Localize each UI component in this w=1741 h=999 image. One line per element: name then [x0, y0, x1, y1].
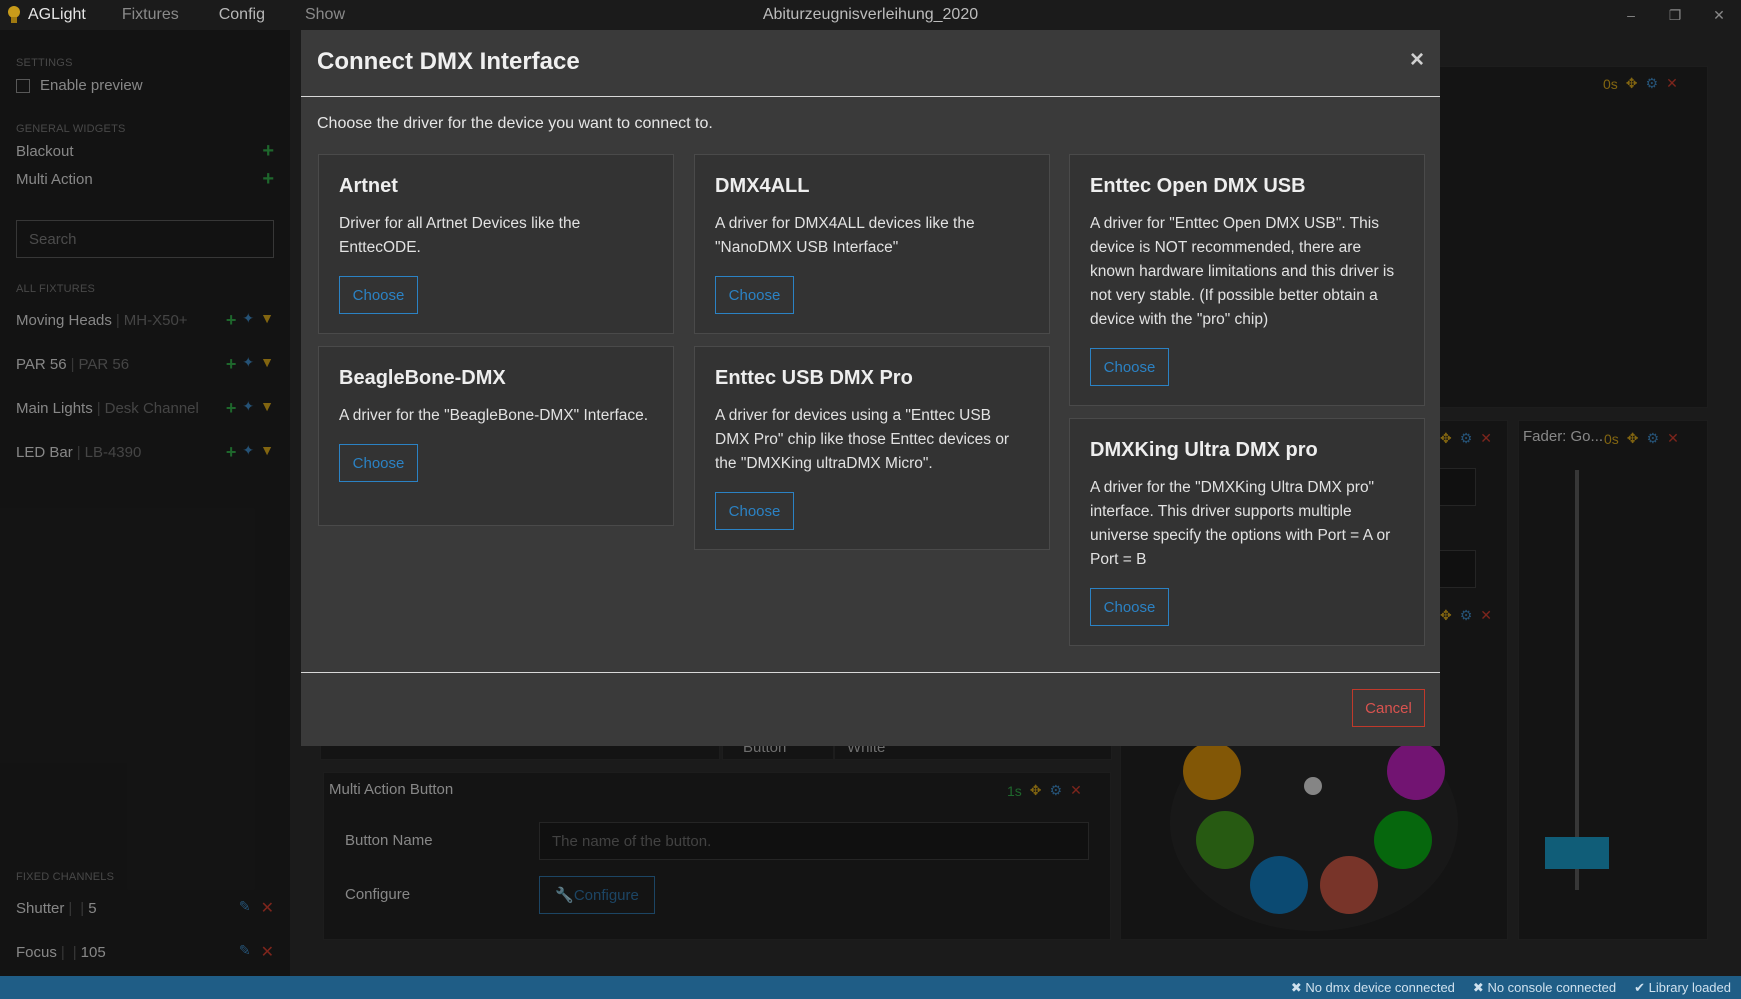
- choose-button[interactable]: Choose: [715, 276, 794, 314]
- driver-title: DMXKing Ultra DMX pro: [1090, 439, 1318, 461]
- driver-card-artnet: Artnet Driver for all Artnet Devices lik…: [318, 154, 674, 334]
- choose-button[interactable]: Choose: [339, 276, 418, 314]
- modal-footer: Cancel: [301, 672, 1440, 746]
- title-bar: AGLight Fixtures Config Show Abiturzeugn…: [0, 0, 1741, 30]
- menu-show[interactable]: Show: [305, 6, 345, 24]
- menu-config[interactable]: Config: [219, 6, 265, 24]
- driver-description: A driver for devices using a "Enttec USB…: [715, 407, 1010, 472]
- check-icon: ✔: [1634, 979, 1649, 995]
- console-status-text: No console connected: [1487, 979, 1617, 995]
- driver-description: A driver for the "DMXKing Ultra DMX pro"…: [1090, 479, 1391, 568]
- minimize-icon[interactable]: –: [1609, 0, 1653, 30]
- driver-title: Enttec USB DMX Pro: [715, 367, 913, 389]
- driver-title: Artnet: [339, 175, 398, 197]
- driver-description: A driver for "Enttec Open DMX USB". This…: [1090, 215, 1395, 328]
- app-name: AGLight: [28, 6, 86, 23]
- x-icon: ✖: [1290, 979, 1306, 995]
- driver-description: A driver for the "BeagleBone-DMX" Interf…: [339, 407, 649, 424]
- library-status-text: Library loaded: [1648, 979, 1731, 995]
- choose-button[interactable]: Choose: [1090, 348, 1169, 386]
- menu-fixtures[interactable]: Fixtures: [122, 6, 179, 24]
- driver-description: A driver for DMX4ALL devices like the "N…: [715, 215, 975, 256]
- cancel-button[interactable]: Cancel: [1352, 689, 1425, 727]
- status-bar: ✖ No dmx device connected ✖ No console c…: [0, 976, 1741, 999]
- x-icon: ✖: [1472, 979, 1488, 995]
- driver-description: Driver for all Artnet Devices like the E…: [339, 215, 581, 256]
- driver-title: BeagleBone-DMX: [339, 367, 506, 389]
- driver-card-enttec-pro: Enttec USB DMX Pro A driver for devices …: [694, 346, 1050, 550]
- restore-icon[interactable]: ❐: [1653, 0, 1697, 30]
- driver-title: DMX4ALL: [715, 175, 810, 197]
- connect-dmx-modal: Connect DMX Interface × Choose the drive…: [301, 30, 1440, 746]
- driver-card-enttec-open: Enttec Open DMX USB A driver for "Enttec…: [1069, 154, 1425, 406]
- console-status: ✖ No console connected: [1473, 980, 1616, 996]
- driver-card-beaglebone: BeagleBone-DMX A driver for the "BeagleB…: [318, 346, 674, 526]
- dmx-status: ✖ No dmx device connected: [1291, 980, 1455, 996]
- driver-card-dmxking: DMXKing Ultra DMX pro A driver for the "…: [1069, 418, 1425, 646]
- modal-title: Connect DMX Interface: [317, 48, 580, 75]
- driver-title: Enttec Open DMX USB: [1090, 175, 1306, 197]
- choose-button[interactable]: Choose: [715, 492, 794, 530]
- dmx-status-text: No dmx device connected: [1305, 979, 1455, 995]
- choose-button[interactable]: Choose: [1090, 588, 1169, 626]
- library-status: ✔ Library loaded: [1634, 980, 1731, 996]
- window-close-icon[interactable]: ✕: [1697, 0, 1741, 30]
- modal-header: Connect DMX Interface ×: [301, 30, 1440, 97]
- modal-intro: Choose the driver for the device you wan…: [317, 115, 713, 132]
- app-logo-icon: [8, 6, 20, 23]
- driver-card-dmx4all: DMX4ALL A driver for DMX4ALL devices lik…: [694, 154, 1050, 334]
- close-icon[interactable]: ×: [1410, 46, 1424, 74]
- choose-button[interactable]: Choose: [339, 444, 418, 482]
